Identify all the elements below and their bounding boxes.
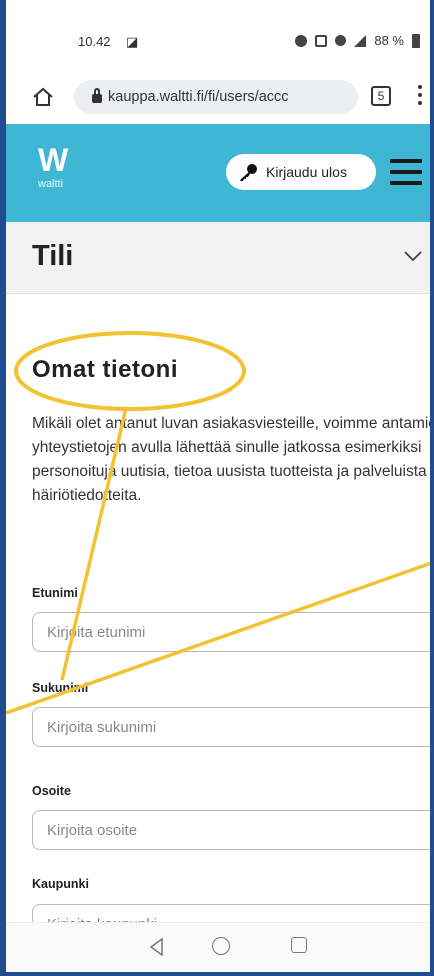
account-section-toggle[interactable]: Tili: [6, 222, 430, 294]
page-heading: Omat tietoni: [32, 356, 179, 383]
key-icon: [240, 164, 257, 181]
logo-text: waltti: [38, 178, 64, 190]
first-name-label: Etunimi: [32, 586, 78, 600]
battery-text: 88 %: [374, 33, 404, 48]
last-name-input[interactable]: [32, 707, 430, 747]
tabs-button[interactable]: 5: [371, 86, 391, 106]
nfc-icon: [315, 34, 328, 47]
nav-home-icon[interactable]: [212, 937, 230, 955]
logout-label: Kirjaudu ulos: [266, 164, 347, 180]
nav-back-icon[interactable]: [148, 937, 166, 957]
address-input[interactable]: [32, 810, 430, 850]
browser-toolbar: kauppa.waltti.fi/fi/users/accc 5: [6, 72, 430, 124]
site-header: W waltti Kirjaudu ulos: [6, 124, 430, 222]
phone-screen: 10.42 ◪ 88 % kauppa.waltti.fi/fi/users/a…: [0, 0, 434, 976]
alarm-icon: [295, 34, 308, 47]
notification-icon: ◪: [126, 34, 139, 49]
status-time: 10.42: [78, 34, 111, 49]
android-nav-bar: [6, 922, 430, 972]
city-label: Kaupunki: [32, 877, 89, 891]
section-title: Tili: [32, 240, 74, 272]
signal-icon: [354, 34, 367, 47]
more-icon[interactable]: [418, 85, 424, 109]
intro-text: Mikäli olet antanut luvan asiakasviestei…: [32, 415, 434, 504]
battery-icon: [412, 33, 420, 48]
logout-button[interactable]: Kirjaudu ulos: [226, 154, 376, 190]
hamburger-icon[interactable]: [390, 159, 422, 185]
first-name-input[interactable]: [32, 612, 430, 652]
last-name-label: Sukunimi: [32, 681, 89, 695]
dnd-icon: [335, 35, 347, 46]
address-label: Osoite: [32, 784, 71, 798]
status-icons: 88 %: [295, 33, 420, 48]
url-field[interactable]: kauppa.waltti.fi/fi/users/accc: [74, 80, 358, 114]
status-bar: 10.42 ◪ 88 %: [6, 0, 430, 72]
lock-icon[interactable]: [92, 88, 102, 103]
logo-mark: W: [38, 142, 68, 178]
home-icon[interactable]: [32, 86, 54, 108]
nav-recent-icon[interactable]: [291, 937, 307, 953]
main-content: Omat tietoni Mikäli olet antanut luvan a…: [6, 294, 430, 944]
chevron-down-icon: [404, 251, 422, 262]
waltti-logo[interactable]: W waltti: [38, 142, 68, 190]
